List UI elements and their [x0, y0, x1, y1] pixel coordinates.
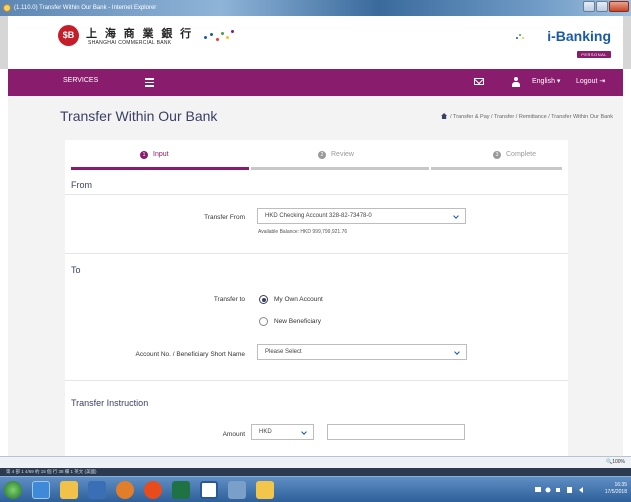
logout-link[interactable]: Logout ⇥	[576, 77, 605, 85]
account-select[interactable]: Please Select	[257, 344, 467, 360]
progress-steps: 1 Input 2 Review 3 Complete	[71, 150, 562, 170]
main-nav: SERVICES English ▾ Logout ⇥	[8, 69, 623, 96]
services-menu[interactable]: SERVICES	[63, 77, 98, 84]
window-titlebar: (1.110.0) Transfer Within Our Bank - Int…	[0, 0, 631, 16]
chrome-taskbar-icon[interactable]	[116, 481, 134, 499]
start-button-icon[interactable]	[4, 481, 22, 499]
transfer-from-value: HKD Checking Account 328-82-73478-0	[265, 213, 372, 219]
personal-badge: PERSONAL	[577, 51, 611, 58]
ie-icon	[3, 4, 11, 12]
media-taskbar-icon[interactable]	[228, 481, 246, 499]
page-content: Transfer Within Our Bank / Transfer & Pa…	[8, 96, 623, 456]
minimize-button[interactable]	[583, 1, 595, 12]
divider	[65, 194, 568, 195]
close-button[interactable]	[609, 1, 629, 12]
excel-taskbar-icon[interactable]	[172, 481, 190, 499]
zoom-value: 100%	[612, 459, 625, 465]
bank-name-en: SHANGHAI COMMERCIAL BANK	[88, 40, 172, 46]
ibanking-sparks-icon	[516, 34, 524, 39]
windows-taskbar: 16:35 17/5/2018	[0, 476, 631, 502]
system-tray-icons[interactable]	[535, 486, 587, 494]
firefox-taskbar-icon[interactable]	[144, 481, 162, 499]
notes-taskbar-icon[interactable]	[256, 481, 274, 499]
transfer-to-label: Transfer to	[213, 296, 245, 303]
step-bar	[431, 167, 562, 170]
decorative-dots-icon	[204, 30, 234, 44]
step-label: Review	[331, 151, 354, 158]
currency-value: HKD	[259, 429, 272, 435]
app-taskbar-icon[interactable]	[88, 481, 106, 499]
ibanking-logo: i-Banking	[547, 28, 611, 44]
step-complete: 3 Complete	[431, 150, 562, 170]
clock-date: 17/5/2018	[604, 489, 627, 495]
step-label: Input	[153, 151, 169, 158]
chevron-down-icon	[301, 429, 307, 435]
user-icon[interactable]	[512, 77, 520, 87]
word-status-strip: 第 4 部 1 4/69 約 15 個 行 38 欄 1 英文 (美國)	[0, 468, 631, 476]
chevron-down-icon	[454, 349, 460, 355]
mail-icon[interactable]	[474, 78, 484, 85]
radio-own-account[interactable]	[259, 295, 268, 304]
window-controls	[582, 1, 629, 14]
step-review: 2 Review	[251, 150, 429, 170]
clock-time: 16:35	[614, 482, 627, 488]
language-dropdown[interactable]: English ▾	[532, 77, 560, 85]
amount-input[interactable]	[327, 424, 465, 440]
currency-select[interactable]: HKD	[251, 424, 314, 440]
transfer-from-select[interactable]: HKD Checking Account 328-82-73478-0	[257, 208, 466, 224]
home-icon[interactable]	[441, 113, 448, 119]
amount-label: Amount	[222, 431, 245, 438]
step-label: Complete	[506, 151, 536, 158]
instruction-section-title: Transfer Instruction	[71, 398, 149, 408]
radio-new-beneficiary-label[interactable]: New Beneficiary	[274, 318, 321, 325]
system-clock[interactable]: 16:35 17/5/2018	[605, 482, 627, 496]
step-number: 3	[493, 151, 501, 159]
step-bar	[71, 167, 249, 170]
ie-taskbar-icon[interactable]	[32, 481, 50, 499]
radio-new-beneficiary[interactable]	[259, 317, 268, 326]
breadcrumb: / Transfer & Pay / Transfer / Remittance…	[441, 113, 613, 120]
step-bar	[251, 167, 429, 170]
transfer-from-label: Transfer From	[204, 214, 245, 221]
radio-own-account-label[interactable]: My Own Account	[274, 296, 323, 303]
to-section-title: To	[71, 265, 81, 275]
page-title: Transfer Within Our Bank	[60, 108, 218, 124]
available-balance: Available Balance: HKD 999,799,921.76	[258, 229, 348, 235]
account-select-value: Please Select	[265, 349, 302, 355]
logout-label: Logout	[576, 78, 598, 85]
breadcrumb-path[interactable]: / Transfer & Pay / Transfer / Remittance…	[450, 114, 613, 120]
word-taskbar-icon[interactable]	[200, 481, 218, 499]
transfer-form-card: 1 Input 2 Review 3 Complete From Transfe…	[65, 140, 568, 456]
divider	[65, 380, 568, 381]
logout-icon: ⇥	[599, 78, 606, 85]
maximize-button[interactable]	[596, 1, 608, 12]
ie-status-bar: 🔍100%	[0, 456, 631, 468]
window-title: (1.110.0) Transfer Within Our Bank - Int…	[14, 5, 157, 11]
zoom-level[interactable]: 🔍100%	[606, 459, 625, 465]
from-section-title: From	[71, 180, 92, 190]
bank-name-cn: 上 海 商 業 銀 行	[86, 27, 194, 40]
chevron-down-icon	[453, 213, 459, 219]
bank-header: $B 上 海 商 業 銀 行 SHANGHAI COMMERCIAL BANK …	[0, 16, 631, 69]
divider	[65, 253, 568, 254]
hamburger-menu-icon[interactable]	[145, 78, 154, 87]
step-number: 1	[140, 151, 148, 159]
explorer-taskbar-icon[interactable]	[60, 481, 78, 499]
step-number: 2	[318, 151, 326, 159]
step-input: 1 Input	[71, 150, 249, 170]
bank-logo-icon[interactable]: $B	[58, 25, 79, 46]
account-label: Account No. / Beneficiary Short Name	[135, 351, 245, 358]
screen: (1.110.0) Transfer Within Our Bank - Int…	[0, 0, 631, 502]
